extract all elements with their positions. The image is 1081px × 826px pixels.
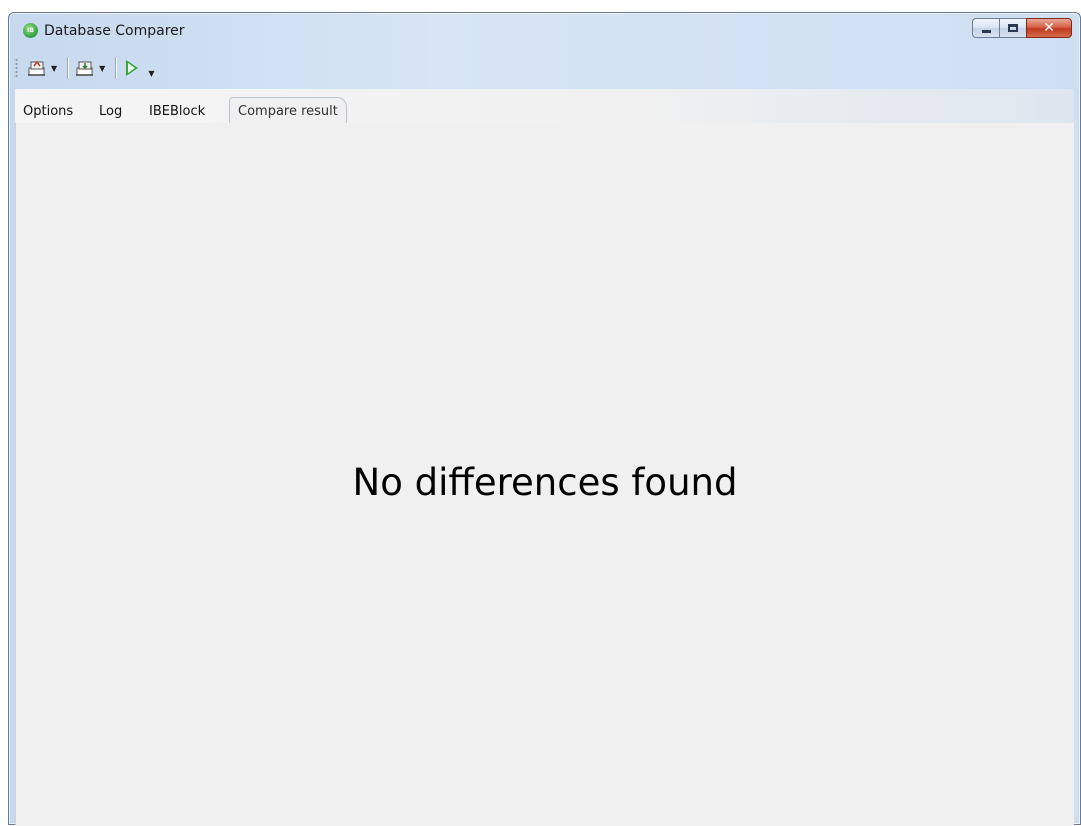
window-title: Database Comparer	[44, 23, 185, 39]
tab-options[interactable]: Options	[23, 102, 73, 124]
chevron-down-icon[interactable]: ▼	[51, 64, 57, 73]
minimize-button[interactable]	[972, 18, 1000, 38]
tab-strip: Options Log IBEBlock Compare result	[15, 89, 1074, 123]
play-icon	[126, 60, 139, 76]
close-button[interactable]: ✕	[1026, 18, 1072, 38]
chevron-down-icon[interactable]: ▼	[99, 64, 105, 73]
tab-ibeblock[interactable]: IBEBlock	[149, 102, 205, 124]
toolbar-separator	[67, 57, 69, 79]
title-bar[interactable]: IB Database Comparer ✕	[9, 13, 1080, 47]
chevron-down-icon[interactable]: ▼	[148, 69, 154, 78]
open-target-db-icon	[76, 61, 94, 76]
toolbar-separator	[115, 57, 117, 79]
app-logo-icon: IB	[23, 23, 38, 38]
open-target-db-button[interactable]: ▼	[72, 56, 111, 80]
no-differences-message: No differences found	[352, 461, 738, 504]
run-compare-button[interactable]: ▼	[120, 56, 160, 80]
tab-log[interactable]: Log	[99, 102, 122, 124]
toolbar: ▼ ▼ ▼	[15, 53, 1074, 83]
maximize-icon	[1008, 24, 1018, 32]
window-controls: ✕	[972, 18, 1072, 38]
close-icon: ✕	[1043, 20, 1055, 36]
open-source-db-icon	[28, 60, 45, 76]
minimize-icon	[981, 29, 991, 33]
compare-result-panel: No differences found	[15, 123, 1074, 826]
toolbar-grip-icon[interactable]	[15, 58, 18, 78]
maximize-button[interactable]	[999, 18, 1027, 38]
tab-compare-result[interactable]: Compare result	[229, 97, 347, 123]
open-source-db-button[interactable]: ▼	[24, 56, 63, 80]
app-window: IB Database Comparer ✕ ▼ ▼ ▼ Options Log…	[8, 12, 1081, 826]
